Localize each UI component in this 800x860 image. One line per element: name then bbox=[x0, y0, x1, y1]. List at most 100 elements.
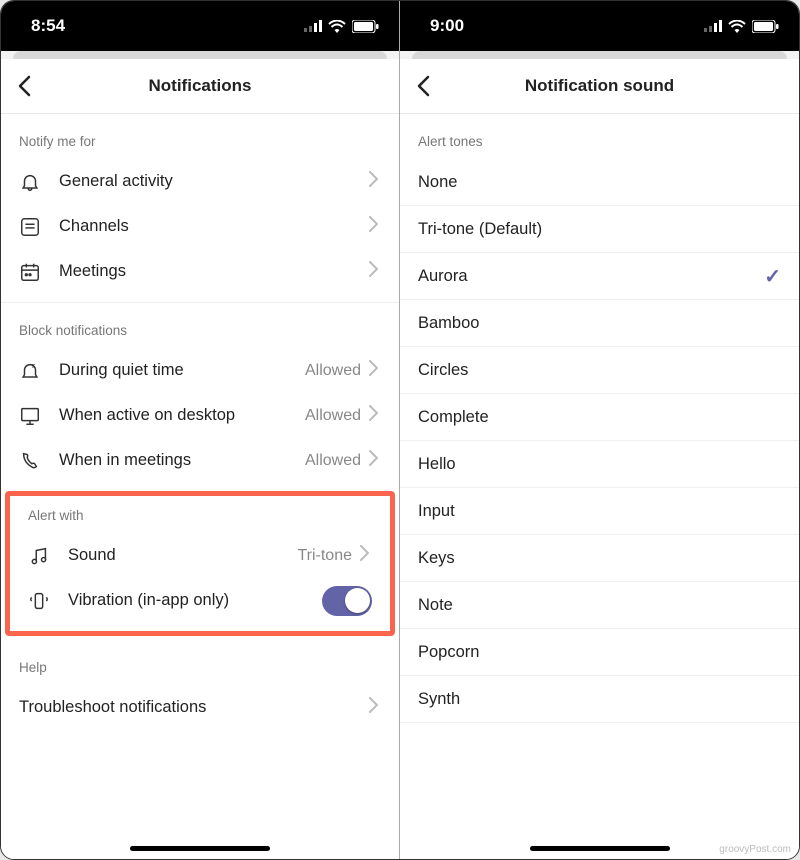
row-label: General activity bbox=[59, 172, 369, 191]
sound-row[interactable]: Aurora✓ bbox=[400, 253, 799, 300]
section-alert: Alert with bbox=[10, 496, 390, 533]
chevron-right-icon bbox=[360, 545, 372, 566]
row-label: Meetings bbox=[59, 262, 369, 281]
chevron-right-icon bbox=[369, 405, 381, 426]
sound-row[interactable]: Circles bbox=[400, 347, 799, 394]
navbar: Notification sound bbox=[400, 59, 799, 114]
sound-label: None bbox=[418, 173, 781, 192]
chevron-right-icon bbox=[369, 697, 381, 718]
row-label: During quiet time bbox=[59, 361, 305, 380]
row-in-meetings[interactable]: When in meetings Allowed bbox=[1, 438, 399, 483]
vibration-icon bbox=[28, 590, 50, 612]
section-alert-tones: Alert tones bbox=[400, 114, 799, 159]
row-value: Tri-tone bbox=[297, 547, 352, 565]
status-time: 9:00 bbox=[430, 16, 464, 36]
phone-left: 8:54 Notifications Notify me for General… bbox=[1, 1, 400, 859]
svg-text:z: z bbox=[32, 362, 35, 369]
card-top-edge bbox=[1, 51, 399, 59]
sound-row[interactable]: Popcorn bbox=[400, 629, 799, 676]
row-general-activity[interactable]: General activity bbox=[1, 159, 399, 204]
sound-label: Tri-tone (Default) bbox=[418, 220, 781, 239]
sound-label: Synth bbox=[418, 690, 781, 709]
sound-label: Complete bbox=[418, 408, 781, 427]
phone-right: 9:00 Notification sound Alert tones None… bbox=[400, 1, 799, 859]
sound-label: Bamboo bbox=[418, 314, 781, 333]
row-label: Channels bbox=[59, 217, 369, 236]
phone-call-icon bbox=[19, 450, 41, 472]
quiet-icon: z bbox=[19, 360, 41, 382]
home-indicator[interactable] bbox=[130, 846, 270, 851]
section-block: Block notifications bbox=[1, 303, 399, 348]
page-title: Notifications bbox=[1, 76, 399, 96]
navbar: Notifications bbox=[1, 59, 399, 114]
row-channels[interactable]: Channels bbox=[1, 204, 399, 249]
chevron-left-icon bbox=[416, 75, 430, 97]
row-label: Sound bbox=[68, 546, 297, 565]
signal-icon bbox=[704, 20, 722, 32]
chevron-right-icon bbox=[369, 360, 381, 381]
battery-icon bbox=[752, 20, 779, 33]
battery-icon bbox=[352, 20, 379, 33]
content: Notify me for General activity Channels bbox=[1, 114, 399, 859]
content: Alert tones None Tri-tone (Default) Aurora… bbox=[400, 114, 799, 859]
highlight-alert-with: Alert with Sound Tri-tone Vibration (in-… bbox=[5, 491, 395, 636]
section-notify-for: Notify me for bbox=[1, 114, 399, 159]
card-top-edge bbox=[400, 51, 799, 59]
status-bar: 8:54 bbox=[1, 1, 399, 51]
back-button[interactable] bbox=[17, 73, 43, 99]
chevron-right-icon bbox=[369, 171, 381, 192]
chevron-right-icon bbox=[369, 450, 381, 471]
sound-row[interactable]: Synth bbox=[400, 676, 799, 723]
page-title: Notification sound bbox=[400, 76, 799, 96]
sound-list: None Tri-tone (Default) Aurora✓ Bamboo Circl… bbox=[400, 159, 799, 723]
watermark: groovyPost.com bbox=[719, 844, 791, 855]
sound-label: Keys bbox=[418, 549, 781, 568]
sound-label: Aurora bbox=[418, 267, 764, 286]
sound-row[interactable]: Hello bbox=[400, 441, 799, 488]
sound-label: Input bbox=[418, 502, 781, 521]
sound-row[interactable]: Tri-tone (Default) bbox=[400, 206, 799, 253]
row-label: Vibration (in-app only) bbox=[68, 591, 322, 610]
bell-icon bbox=[19, 171, 41, 193]
status-time: 8:54 bbox=[31, 16, 65, 36]
vibration-toggle[interactable] bbox=[322, 586, 372, 616]
section-help: Help bbox=[1, 640, 399, 685]
sound-label: Popcorn bbox=[418, 643, 781, 662]
desktop-icon bbox=[19, 405, 41, 427]
sound-label: Hello bbox=[418, 455, 781, 474]
wifi-icon bbox=[728, 20, 746, 33]
status-icons bbox=[304, 20, 379, 33]
row-label: When active on desktop bbox=[59, 406, 305, 425]
row-sound[interactable]: Sound Tri-tone bbox=[10, 533, 390, 578]
row-value: Allowed bbox=[305, 452, 361, 470]
channel-icon bbox=[19, 216, 41, 238]
sound-label: Circles bbox=[418, 361, 781, 380]
sound-row[interactable]: Complete bbox=[400, 394, 799, 441]
chevron-left-icon bbox=[17, 75, 31, 97]
sound-row[interactable]: Note bbox=[400, 582, 799, 629]
chevron-right-icon bbox=[369, 261, 381, 282]
back-button[interactable] bbox=[416, 73, 442, 99]
row-label: Troubleshoot notifications bbox=[19, 698, 369, 717]
row-value: Allowed bbox=[305, 407, 361, 425]
status-bar: 9:00 bbox=[400, 1, 799, 51]
wifi-icon bbox=[328, 20, 346, 33]
row-vibration[interactable]: Vibration (in-app only) bbox=[10, 578, 390, 623]
row-troubleshoot[interactable]: Troubleshoot notifications bbox=[1, 685, 399, 730]
sound-row[interactable]: Keys bbox=[400, 535, 799, 582]
status-icons bbox=[704, 20, 779, 33]
signal-icon bbox=[304, 20, 322, 32]
row-desktop[interactable]: When active on desktop Allowed bbox=[1, 393, 399, 438]
sound-label: Note bbox=[418, 596, 781, 615]
row-quiet-time[interactable]: z During quiet time Allowed bbox=[1, 348, 399, 393]
sound-row[interactable]: None bbox=[400, 159, 799, 206]
sound-row[interactable]: Input bbox=[400, 488, 799, 535]
row-label: When in meetings bbox=[59, 451, 305, 470]
row-meetings[interactable]: Meetings bbox=[1, 249, 399, 294]
calendar-icon bbox=[19, 261, 41, 283]
checkmark-icon: ✓ bbox=[764, 264, 781, 289]
music-note-icon bbox=[28, 545, 50, 567]
row-value: Allowed bbox=[305, 362, 361, 380]
sound-row[interactable]: Bamboo bbox=[400, 300, 799, 347]
home-indicator[interactable] bbox=[530, 846, 670, 851]
